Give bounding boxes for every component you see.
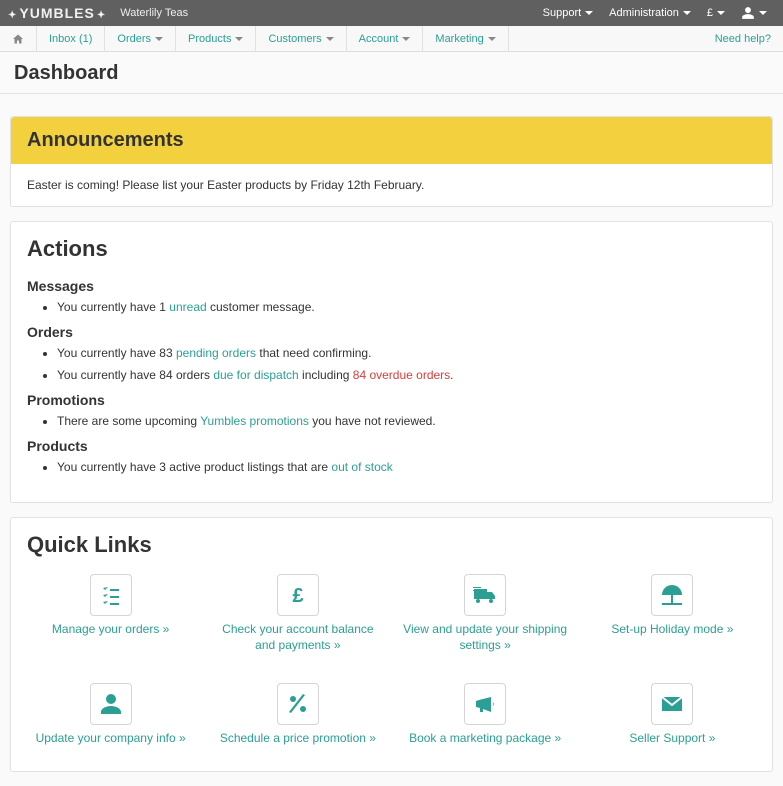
- ql-price-promotion[interactable]: Schedule a price promotion »: [214, 683, 381, 747]
- nav-customers-label: Customers: [268, 33, 321, 45]
- products-heading: Products: [27, 438, 756, 454]
- promotions-item: There are some upcoming Yumbles promotio…: [57, 414, 756, 428]
- caret-down-icon: [759, 11, 767, 15]
- page-title: Dashboard: [0, 52, 783, 94]
- text: You currently have 3 active product list…: [57, 460, 331, 474]
- orders-pending-item: You currently have 83 pending orders tha…: [57, 346, 756, 360]
- caret-down-icon: [155, 37, 163, 41]
- user-menu[interactable]: [733, 6, 775, 20]
- ql-label: Manage your orders »: [27, 622, 194, 638]
- caret-down-icon: [402, 37, 410, 41]
- ql-label: View and update your shipping settings »: [402, 622, 569, 653]
- text: you have not reviewed.: [309, 414, 436, 428]
- messages-item: You currently have 1 unread customer mes…: [57, 300, 756, 314]
- orders-heading: Orders: [27, 324, 756, 340]
- text: You currently have 84 orders: [57, 368, 213, 382]
- caret-down-icon: [235, 37, 243, 41]
- text: There are some upcoming: [57, 414, 200, 428]
- nav-customers[interactable]: Customers: [256, 26, 346, 51]
- ql-label: Set-up Holiday mode »: [589, 622, 756, 638]
- unread-link[interactable]: unread: [169, 300, 206, 314]
- nav-account[interactable]: Account: [347, 26, 424, 51]
- ql-label: Seller Support »: [589, 731, 756, 747]
- list-icon: [90, 574, 132, 616]
- announcements-panel: Announcements Easter is coming! Please l…: [10, 116, 773, 207]
- nav-inbox[interactable]: Inbox (1): [37, 26, 105, 51]
- support-menu[interactable]: Support: [535, 7, 602, 19]
- nav-bar: Inbox (1) Orders Products Customers Acco…: [0, 26, 783, 52]
- due-for-dispatch-link[interactable]: due for dispatch: [213, 368, 298, 382]
- actions-heading: Actions: [27, 236, 756, 262]
- messages-heading: Messages: [27, 278, 756, 294]
- ql-marketing-package[interactable]: Book a marketing package »: [402, 683, 569, 747]
- nav-products[interactable]: Products: [176, 26, 256, 51]
- currency-label: £: [707, 7, 713, 19]
- caret-down-icon: [488, 37, 496, 41]
- text: You currently have 1: [57, 300, 169, 314]
- pound-icon: £: [277, 574, 319, 616]
- announcements-heading: Announcements: [11, 117, 772, 164]
- ql-label: Check your account balance and payments …: [214, 622, 381, 653]
- text: customer message.: [207, 300, 315, 314]
- ql-account-balance[interactable]: £ Check your account balance and payment…: [214, 574, 381, 653]
- nav-products-label: Products: [188, 33, 231, 45]
- ql-label: Book a marketing package »: [402, 731, 569, 747]
- quick-links-heading: Quick Links: [27, 532, 756, 558]
- currency-menu[interactable]: £: [699, 7, 733, 19]
- nav-home[interactable]: [0, 26, 37, 51]
- text: including: [299, 368, 353, 382]
- svg-text:£: £: [292, 585, 303, 607]
- products-item: You currently have 3 active product list…: [57, 460, 756, 474]
- need-help-link[interactable]: Need help?: [703, 26, 783, 51]
- nav-marketing[interactable]: Marketing: [423, 26, 508, 51]
- ql-holiday-mode[interactable]: Set-up Holiday mode »: [589, 574, 756, 653]
- promotions-heading: Promotions: [27, 392, 756, 408]
- quick-links-panel: Quick Links Manage your orders » £ Check…: [10, 517, 773, 772]
- admin-label: Administration: [609, 7, 679, 19]
- pending-orders-link[interactable]: pending orders: [176, 346, 256, 360]
- umbrella-icon: [651, 574, 693, 616]
- overdue-orders-link[interactable]: 84 overdue orders: [353, 368, 450, 382]
- top-bar: YUMBLES Waterlily Teas Support Administr…: [0, 0, 783, 26]
- actions-panel: Actions Messages You currently have 1 un…: [10, 221, 773, 503]
- ql-company-info[interactable]: Update your company info »: [27, 683, 194, 747]
- administration-menu[interactable]: Administration: [601, 7, 699, 19]
- shop-name: Waterlily Teas: [120, 7, 188, 19]
- ql-label: Schedule a price promotion »: [214, 731, 381, 747]
- nav-account-label: Account: [359, 33, 399, 45]
- envelope-icon: [651, 683, 693, 725]
- caret-down-icon: [585, 11, 593, 15]
- ql-seller-support[interactable]: Seller Support »: [589, 683, 756, 747]
- bullhorn-icon: [464, 683, 506, 725]
- text: that need confirming.: [256, 346, 371, 360]
- user-icon: [90, 683, 132, 725]
- user-icon: [741, 6, 755, 20]
- caret-down-icon: [326, 37, 334, 41]
- yumbles-promotions-link[interactable]: Yumbles promotions: [200, 414, 309, 428]
- nav-orders-label: Orders: [117, 33, 151, 45]
- percent-icon: [277, 683, 319, 725]
- caret-down-icon: [683, 11, 691, 15]
- ql-manage-orders[interactable]: Manage your orders »: [27, 574, 194, 653]
- logo[interactable]: YUMBLES: [8, 5, 106, 21]
- out-of-stock-link[interactable]: out of stock: [331, 460, 392, 474]
- nav-marketing-label: Marketing: [435, 33, 483, 45]
- truck-icon: [464, 574, 506, 616]
- text: .: [450, 368, 453, 382]
- ql-shipping-settings[interactable]: View and update your shipping settings »: [402, 574, 569, 653]
- orders-dispatch-item: You currently have 84 orders due for dis…: [57, 368, 756, 382]
- nav-orders[interactable]: Orders: [105, 26, 176, 51]
- text: You currently have 83: [57, 346, 176, 360]
- support-label: Support: [543, 7, 582, 19]
- home-icon: [12, 33, 24, 45]
- ql-label: Update your company info »: [27, 731, 194, 747]
- caret-down-icon: [717, 11, 725, 15]
- announcements-body: Easter is coming! Please list your Easte…: [11, 164, 772, 206]
